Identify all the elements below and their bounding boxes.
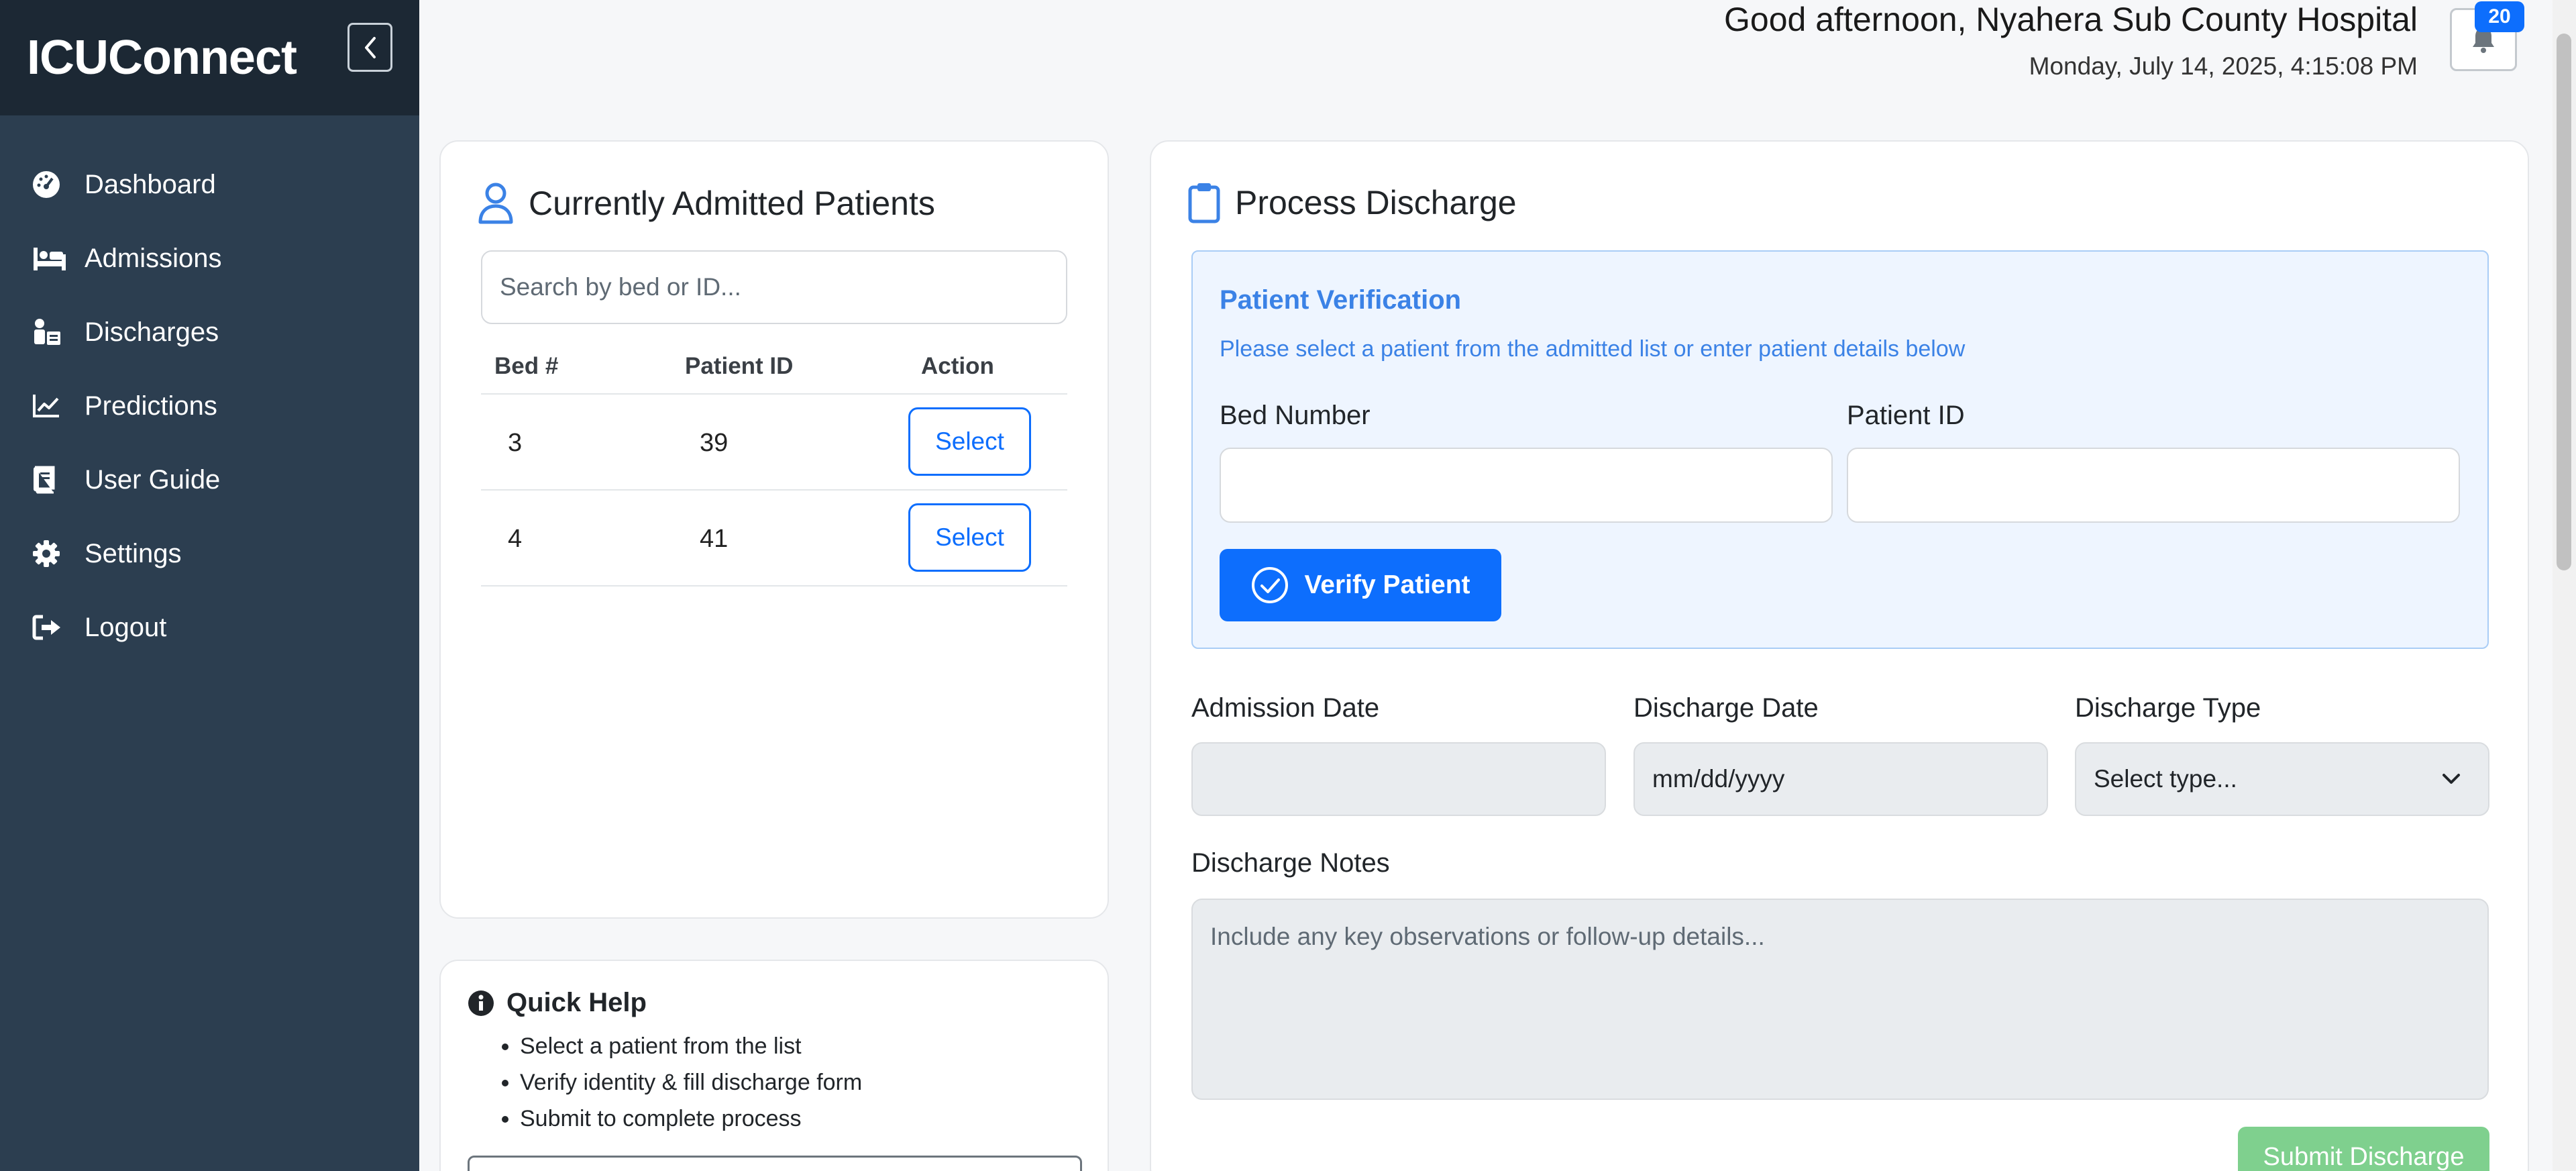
sidebar-item-admissions[interactable]: Admissions [0, 221, 419, 295]
clipboard-icon [1188, 183, 1220, 223]
column-header-action: Action [921, 353, 994, 379]
current-datetime: Monday, July 14, 2025, 4:15:08 PM [2029, 52, 2418, 80]
patient-id-cell: 39 [700, 429, 729, 457]
quick-help-title-text: Quick Help [506, 988, 647, 1017]
process-discharge-card: Process Discharge Patient Verification P… [1150, 140, 2529, 1171]
list-item: Submit to complete process [520, 1105, 862, 1133]
collapse-sidebar-button[interactable] [347, 23, 392, 72]
patient-id-cell: 41 [700, 525, 729, 553]
discharge-date-label: Discharge Date [1633, 693, 1819, 723]
dashboard-gauge-icon [32, 170, 71, 199]
patient-id-label: Patient ID [1847, 401, 1965, 430]
greeting-text: Good afternoon, Nyahera Sub County Hospi… [1724, 1, 2418, 38]
book-icon [32, 465, 71, 495]
discharge-date-input[interactable]: mm/dd/yyyy [1633, 742, 2048, 816]
bed-cell: 3 [508, 429, 523, 457]
patient-search-input[interactable] [481, 250, 1067, 324]
patient-id-input[interactable] [1847, 448, 2460, 523]
chart-line-icon [32, 391, 71, 421]
list-item: Verify identity & fill discharge form [520, 1068, 862, 1097]
logout-icon [32, 613, 71, 642]
patient-verification-panel: Patient Verification Please select a pat… [1191, 250, 2489, 649]
help-action-button[interactable] [468, 1156, 1082, 1171]
list-item: Select a patient from the list [520, 1032, 862, 1060]
sidebar-item-label: Predictions [85, 391, 217, 421]
discharge-type-label: Discharge Type [2075, 693, 2261, 723]
verify-patient-label: Verify Patient [1304, 570, 1470, 599]
sidebar-item-dashboard[interactable]: Dashboard [0, 148, 419, 221]
discharge-title-text: Process Discharge [1235, 184, 1517, 221]
app-title: ICUConnect [27, 31, 297, 85]
verify-patient-button[interactable]: Verify Patient [1220, 549, 1501, 621]
column-header-bed: Bed # [494, 353, 559, 379]
bed-icon [32, 244, 71, 273]
sidebar: ICUConnect Dashboard Admissions Discharg… [0, 0, 419, 1171]
chevron-left-icon [364, 36, 376, 58]
admitted-title: Currently Admitted Patients [478, 182, 935, 225]
sidebar-item-settings[interactable]: Settings [0, 517, 419, 591]
admission-date-field[interactable] [1191, 742, 1606, 816]
discharge-notes-label: Discharge Notes [1191, 848, 1390, 878]
discharge-notes-textarea[interactable]: Include any key observations or follow-u… [1191, 899, 2489, 1100]
table-divider [481, 585, 1067, 587]
chevron-down-icon [2443, 774, 2460, 784]
quick-help-list: Select a patient from the list Verify id… [520, 1032, 862, 1141]
bed-number-label: Bed Number [1220, 401, 1371, 430]
sidebar-item-label: Settings [85, 538, 182, 568]
admission-date-label: Admission Date [1191, 693, 1380, 723]
select-patient-button[interactable]: Select [908, 407, 1031, 476]
bed-cell: 4 [508, 525, 523, 553]
column-header-patient-id: Patient ID [685, 353, 794, 379]
sidebar-item-label: Discharges [85, 317, 219, 347]
verification-title: Patient Verification [1220, 285, 1462, 315]
bed-number-input[interactable] [1220, 448, 1833, 523]
sidebar-item-label: Logout [85, 612, 167, 642]
sidebar-item-logout[interactable]: Logout [0, 591, 419, 664]
gear-icon [32, 539, 71, 568]
discharge-icon [32, 317, 71, 347]
verification-instructions: Please select a patient from the admitte… [1220, 336, 1966, 362]
admitted-patients-card: Currently Admitted Patients Bed # Patien… [439, 140, 1109, 919]
info-circle-icon [468, 990, 494, 1016]
table-divider [481, 393, 1067, 395]
sidebar-item-label: Admissions [85, 243, 222, 273]
quick-help-title: Quick Help [468, 988, 647, 1018]
check-circle-icon [1252, 567, 1289, 603]
scrollbar-thumb[interactable] [2557, 34, 2571, 570]
sidebar-item-label: User Guide [85, 464, 221, 495]
brand-bar: ICUConnect [0, 0, 419, 115]
sidebar-item-discharges[interactable]: Discharges [0, 295, 419, 369]
discharge-title: Process Discharge [1188, 182, 1517, 223]
admitted-title-text: Currently Admitted Patients [529, 185, 935, 222]
sidebar-nav: Dashboard Admissions Discharges Predicti… [0, 148, 419, 664]
sidebar-item-label: Dashboard [85, 169, 216, 199]
select-patient-button[interactable]: Select [908, 503, 1031, 572]
discharge-type-select[interactable]: Select type... [2075, 742, 2489, 816]
quick-help-card: Quick Help Select a patient from the lis… [439, 960, 1109, 1171]
user-icon [478, 183, 513, 224]
table-divider [481, 489, 1067, 491]
sidebar-item-predictions[interactable]: Predictions [0, 369, 419, 443]
submit-discharge-button[interactable]: Submit Discharge [2238, 1127, 2489, 1171]
discharge-type-value: Select type... [2094, 765, 2237, 793]
sidebar-item-user-guide[interactable]: User Guide [0, 443, 419, 517]
notification-count-badge: 20 [2475, 1, 2524, 32]
